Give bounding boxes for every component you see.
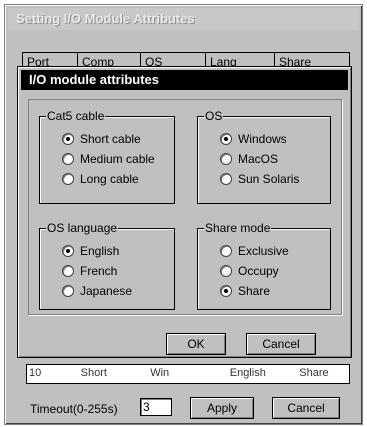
radio-sun-solaris[interactable]: Sun Solaris	[220, 171, 299, 187]
radio-french[interactable]: French	[62, 263, 117, 279]
share-mode-group-title: Share mode	[204, 221, 272, 235]
radio-label: Share	[238, 284, 271, 298]
radio-label: Occupy	[238, 264, 279, 278]
row-port: 10	[29, 367, 42, 379]
background-window-title: Setting I/O Module Attributes	[8, 8, 359, 30]
radio-japanese[interactable]: Japanese	[62, 283, 132, 299]
radio-unchecked-icon[interactable]	[220, 153, 232, 165]
radio-long-cable[interactable]: Long cable	[62, 171, 139, 187]
row-os: Win	[150, 367, 170, 379]
dialog-body: Cat5 cable Short cable Medium cable Long…	[28, 99, 342, 315]
radio-medium-cable[interactable]: Medium cable	[62, 151, 155, 167]
radio-checked-icon[interactable]	[62, 133, 74, 145]
radio-label: Sun Solaris	[238, 172, 300, 186]
radio-checked-icon[interactable]	[220, 285, 232, 297]
radio-label: Long cable	[80, 172, 139, 186]
share-mode-group: Share mode Exclusive Occupy Share	[197, 221, 331, 310]
timeout-input[interactable]	[140, 398, 172, 416]
radio-checked-icon[interactable]	[220, 133, 232, 145]
dialog-title: I/O module attributes	[21, 70, 348, 90]
radio-label: French	[80, 264, 118, 278]
radio-english[interactable]: English	[62, 243, 119, 259]
radio-macos[interactable]: MacOS	[220, 151, 278, 167]
timeout-label: Timeout(0-255s)	[30, 402, 118, 416]
radio-label: Windows	[238, 132, 287, 146]
radio-exclusive[interactable]: Exclusive	[220, 243, 289, 259]
radio-label: Short cable	[80, 132, 141, 146]
radio-unchecked-icon[interactable]	[220, 245, 232, 257]
radio-label: Exclusive	[238, 244, 289, 258]
radio-unchecked-icon[interactable]	[62, 285, 74, 297]
radio-windows[interactable]: Windows	[220, 131, 287, 147]
radio-checked-icon[interactable]	[62, 245, 74, 257]
radio-label: Japanese	[80, 284, 133, 298]
radio-unchecked-icon[interactable]	[220, 265, 232, 277]
cancel-button[interactable]: Cancel	[246, 333, 316, 355]
background-cancel-button[interactable]: Cancel	[272, 397, 340, 419]
row-comp: Short	[80, 367, 107, 379]
row-share: Share	[299, 367, 329, 379]
radio-unchecked-icon[interactable]	[62, 153, 74, 165]
cat5-cable-group-title: Cat5 cable	[46, 109, 106, 123]
os-group-title: OS	[204, 109, 224, 123]
row-lang: English	[229, 367, 266, 379]
radio-share[interactable]: Share	[220, 283, 270, 299]
cat5-cable-group: Cat5 cable Short cable Medium cable Long…	[39, 109, 175, 204]
io-module-attributes-dialog: I/O module attributes Cat5 cable Short c…	[17, 66, 352, 358]
os-group: OS Windows MacOS Sun Solaris	[197, 109, 331, 204]
table-row[interactable]: 10 Short Win English Share	[26, 364, 350, 384]
ok-button[interactable]: OK	[166, 333, 226, 355]
apply-button[interactable]: Apply	[190, 397, 254, 419]
radio-occupy[interactable]: Occupy	[220, 263, 279, 279]
radio-label: English	[80, 244, 120, 258]
os-language-group: OS language English French Japanese	[39, 221, 175, 310]
radio-unchecked-icon[interactable]	[62, 173, 74, 185]
radio-short-cable[interactable]: Short cable	[62, 131, 141, 147]
radio-unchecked-icon[interactable]	[62, 265, 74, 277]
radio-label: Medium cable	[80, 152, 155, 166]
os-language-group-title: OS language	[46, 221, 119, 235]
radio-label: MacOS	[238, 152, 279, 166]
radio-unchecked-icon[interactable]	[220, 173, 232, 185]
